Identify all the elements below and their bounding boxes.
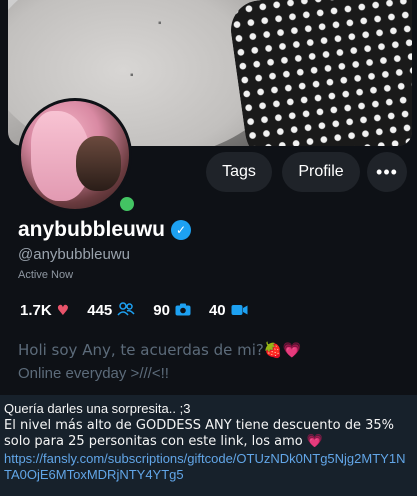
subscribers-stat: 445	[87, 302, 135, 319]
message-line: El nivel más alto de GODDESS ANY tiene d…	[4, 417, 394, 450]
video-camera-icon	[231, 303, 248, 319]
banner-tattoo-mark: ▪	[158, 18, 162, 29]
users-icon	[117, 302, 135, 319]
message-line: Quería darles una sorpresita.. ;3	[4, 401, 191, 416]
profile-button[interactable]: Profile	[282, 152, 360, 192]
chat-message-text: Quería darles una sorpresita.. ;3 El niv…	[4, 401, 413, 484]
photos-count: 90	[153, 302, 170, 319]
activity-status: Active Now	[18, 269, 74, 281]
likes-count: 1.7K	[20, 302, 52, 319]
photos-stat: 90	[153, 302, 191, 319]
more-options-button[interactable]: •••	[367, 152, 407, 192]
videos-count: 40	[208, 302, 226, 319]
profile-stats: 1.7K ♥ 445 90 40	[20, 302, 266, 319]
username-handle: @anybubbleuwu	[18, 246, 130, 263]
profile-bio: Holi soy Any, te acuerdas de mi?🍓💗 Onlin…	[18, 338, 301, 386]
fansly-profile-preview-card[interactable]: ▪ ▪ Tags Profile ••• anybubbleuwu ✓ @any…	[0, 0, 417, 395]
avatar[interactable]	[18, 98, 132, 212]
likes-stat: 1.7K ♥	[20, 302, 69, 319]
bio-line: Online everyday >///<!!	[18, 365, 169, 382]
heart-icon: ♥	[56, 302, 70, 319]
banner-tattoo-mark: ▪	[130, 70, 134, 81]
subscribers-count: 445	[87, 302, 113, 319]
camera-icon	[175, 303, 191, 319]
online-status-dot	[117, 194, 137, 214]
avatar-face-shape	[76, 136, 121, 191]
banner-polka-dot-fabric	[227, 0, 412, 146]
videos-stat: 40	[209, 302, 248, 319]
display-name-row: anybubbleuwu ✓	[18, 218, 191, 242]
verified-badge-icon: ✓	[171, 220, 191, 240]
gift-code-link[interactable]: https://fansly.com/subscriptions/giftcod…	[4, 451, 413, 484]
tags-button[interactable]: Tags	[206, 152, 272, 192]
bio-line: Holi soy Any, te acuerdas de mi?🍓💗	[18, 341, 302, 359]
display-name: anybubbleuwu	[18, 218, 165, 241]
